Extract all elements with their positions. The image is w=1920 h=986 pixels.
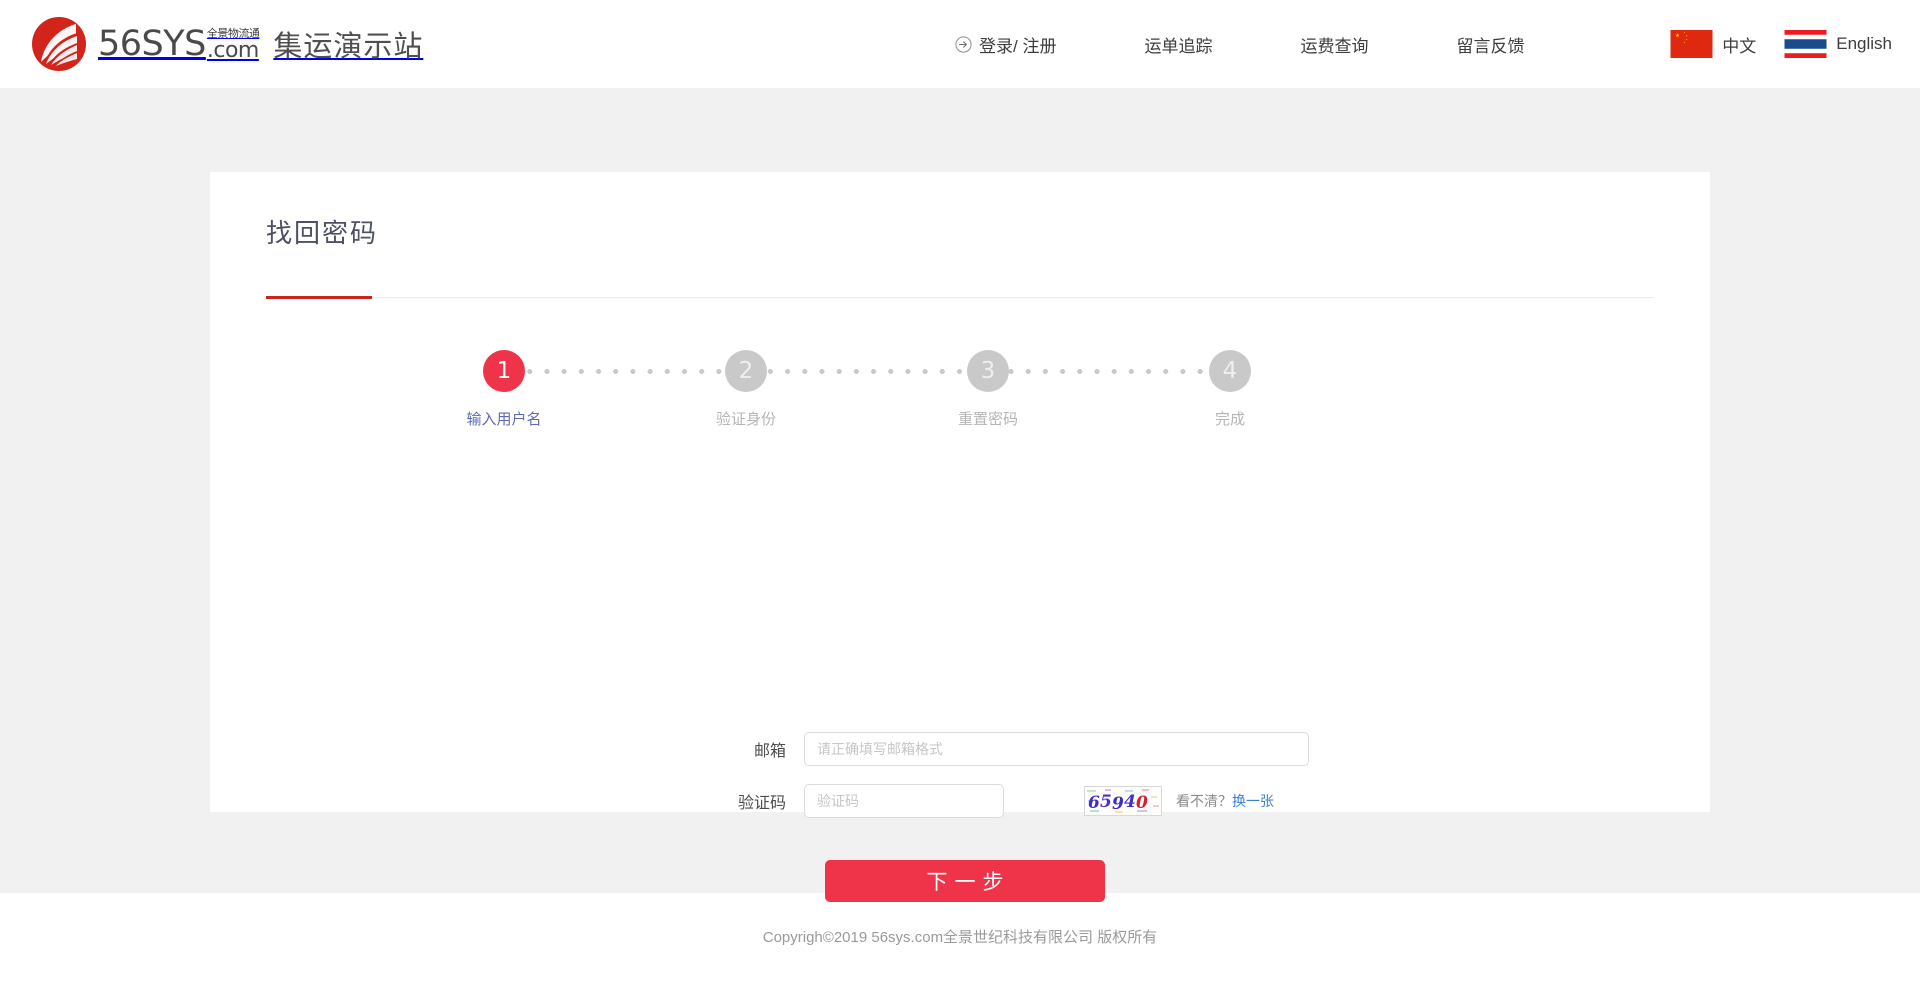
captcha-image[interactable]: 6 5 9 4 0 [1084,786,1162,816]
arrow-circle-right-icon [955,36,972,53]
page-body: 找回密码 1 输入用户名 2 验证身份 3 重置密码 [0,88,1920,893]
nav-feedback-label: 留言反馈 [1456,32,1524,57]
captcha-hint-text: 看不清？ [1176,793,1232,809]
brand-logo-link[interactable]: 56SYS 全景物流通 .com 集运演示站 [30,15,423,73]
brand-name-text: 56SYS [98,27,206,62]
56sys-logo-mark-icon [30,15,88,73]
captcha-input[interactable] [804,784,1004,818]
step-1-input-username[interactable]: 1 输入用户名 [456,350,552,429]
brand-domain-text: .com [207,40,259,62]
step-3-label: 重置密码 [940,408,1036,429]
step-2-number: 2 [725,350,767,392]
language-switcher: 中文 English [1670,0,1892,88]
lang-chinese[interactable]: 中文 [1670,30,1756,58]
nav-waybill-tracking[interactable]: 运单追踪 [1144,32,1212,57]
lang-chinese-label: 中文 [1722,32,1756,57]
svg-text:9: 9 [1112,794,1124,814]
site-header: 56SYS 全景物流通 .com 集运演示站 登录/ 注册 运单追踪 运费查询 [0,0,1920,88]
china-flag-icon [1670,30,1713,58]
captcha-hint: 看不清？换一张 [1176,791,1274,811]
step-connector-dots [504,369,1230,374]
captcha-field-row: 验证码 [698,784,1710,818]
next-step-button[interactable]: 下一步 [825,860,1105,902]
captcha-refresh-link[interactable]: 换一张 [1232,793,1274,809]
step-2-verify-identity[interactable]: 2 验证身份 [698,350,794,429]
submit-row: 下一步 [210,860,1710,902]
title-divider [266,297,1654,298]
lang-english[interactable]: English [1784,30,1892,58]
step-3-reset-password[interactable]: 3 重置密码 [940,350,1036,429]
brand-wordmark: 56SYS 全景物流通 .com 集运演示站 [98,27,423,62]
step-4-label: 完成 [1182,408,1278,429]
svg-text:5: 5 [1100,792,1112,812]
copyright-text: Copyrigh©2019 56sys.com全景世纪科技有限公司 版权所有 [763,926,1157,947]
captcha-field-label: 验证码 [698,789,786,813]
email-input[interactable] [804,732,1309,766]
nav-freight-query-label: 运费查询 [1300,32,1368,57]
svg-text:6: 6 [1088,793,1100,813]
page-title: 找回密码 [266,220,1654,246]
nav-login-register-label: 登录/ 注册 [979,32,1056,57]
step-2-label: 验证身份 [698,408,794,429]
step-4-number: 4 [1209,350,1251,392]
lang-english-label: English [1836,34,1892,54]
main-navigation: 登录/ 注册 运单追踪 运费查询 留言反馈 [955,0,1524,88]
card-header: 找回密码 [266,172,1654,246]
recover-password-card: 找回密码 1 输入用户名 2 验证身份 3 重置密码 [210,172,1710,812]
email-field-label: 邮箱 [698,737,786,761]
step-1-label: 输入用户名 [456,408,552,429]
step-1-number: 1 [483,350,525,392]
recover-password-form: 邮箱 验证码 [210,732,1710,902]
site-name-text: 集运演示站 [273,33,423,62]
nav-waybill-tracking-label: 运单追踪 [1144,32,1212,57]
step-3-number: 3 [967,350,1009,392]
email-field-row: 邮箱 [698,732,1710,766]
nav-login-register[interactable]: 登录/ 注册 [955,32,1056,57]
svg-text:0: 0 [1136,793,1148,813]
nav-freight-query[interactable]: 运费查询 [1300,32,1368,57]
thailand-flag-icon [1784,30,1827,58]
step-4-complete[interactable]: 4 完成 [1182,350,1278,429]
title-divider-accent [266,296,372,299]
nav-feedback[interactable]: 留言反馈 [1456,32,1524,57]
svg-text:4: 4 [1124,792,1136,812]
site-footer: Copyrigh©2019 56sys.com全景世纪科技有限公司 版权所有 [0,893,1920,986]
step-indicator: 1 输入用户名 2 验证身份 3 重置密码 4 完成 [210,172,1710,812]
